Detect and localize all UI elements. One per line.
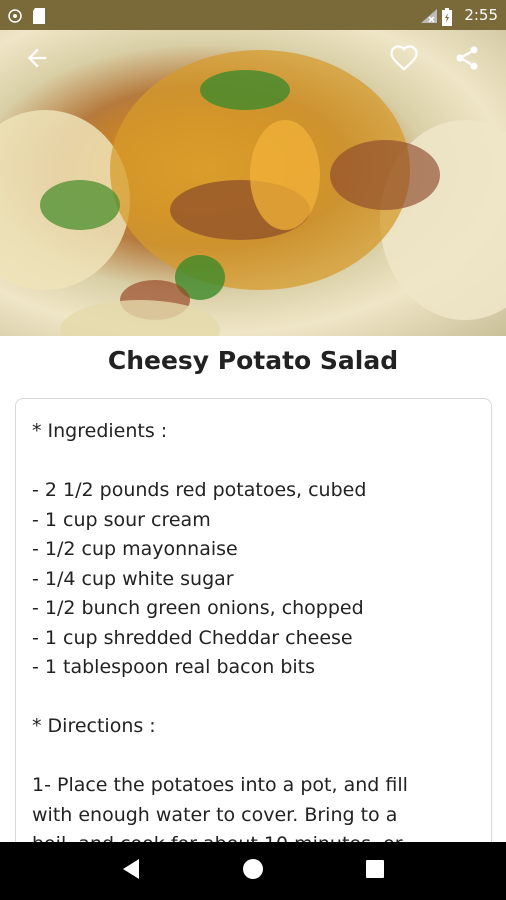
recipe-line: - 1 cup shredded Cheddar cheese bbox=[32, 626, 353, 649]
recipe-text: * Ingredients : - 2 1/2 pounds red potato… bbox=[32, 417, 475, 857]
battery-icon bbox=[442, 8, 456, 26]
recipe-line: - 1/4 cup white sugar bbox=[32, 567, 234, 590]
recipe-line: 1- Place the potatoes into a pot, and fi… bbox=[32, 774, 408, 796]
system-nav-bar bbox=[0, 842, 506, 900]
recipe-title: Cheesy Potato Salad bbox=[107, 346, 399, 375]
recents-square-icon bbox=[365, 859, 385, 883]
recipe-line: - 1/2 cup mayonnaise bbox=[32, 538, 238, 560]
arrow-left-icon bbox=[23, 44, 51, 76]
nav-home-button[interactable] bbox=[233, 851, 273, 891]
favorite-button[interactable] bbox=[388, 44, 420, 76]
share-icon bbox=[453, 44, 481, 76]
recipe-line: - 1/2 bunch green onions, chopped bbox=[32, 597, 364, 619]
recipe-card[interactable]: * Ingredients : - 2 1/2 pounds red potato… bbox=[15, 398, 492, 858]
status-time: 2:55 bbox=[464, 6, 498, 24]
back-button[interactable] bbox=[21, 44, 53, 76]
recipe-line: with enough water to cover. Bring to a bbox=[32, 803, 398, 826]
recipe-line: - 1 tablespoon real bacon bits bbox=[32, 656, 316, 678]
recipe-line: * Ingredients : bbox=[32, 420, 168, 442]
heart-outline-icon bbox=[389, 43, 419, 77]
nav-recents-button[interactable] bbox=[355, 851, 395, 891]
status-bar: 2:55 bbox=[0, 0, 506, 30]
recipe-line: - 1 cup sour cream bbox=[32, 508, 211, 531]
toolbar bbox=[0, 30, 506, 90]
home-circle-icon bbox=[242, 858, 264, 884]
share-button[interactable] bbox=[451, 44, 483, 76]
nav-back-button[interactable] bbox=[111, 851, 151, 891]
shield-icon bbox=[8, 8, 22, 23]
recipe-line: * Directions : bbox=[32, 715, 156, 737]
no-signal-icon bbox=[420, 8, 438, 23]
back-triangle-icon bbox=[121, 858, 141, 884]
recipe-line: - 2 1/2 pounds red potatoes, cubed bbox=[32, 479, 367, 501]
sd-card-icon bbox=[32, 8, 46, 24]
